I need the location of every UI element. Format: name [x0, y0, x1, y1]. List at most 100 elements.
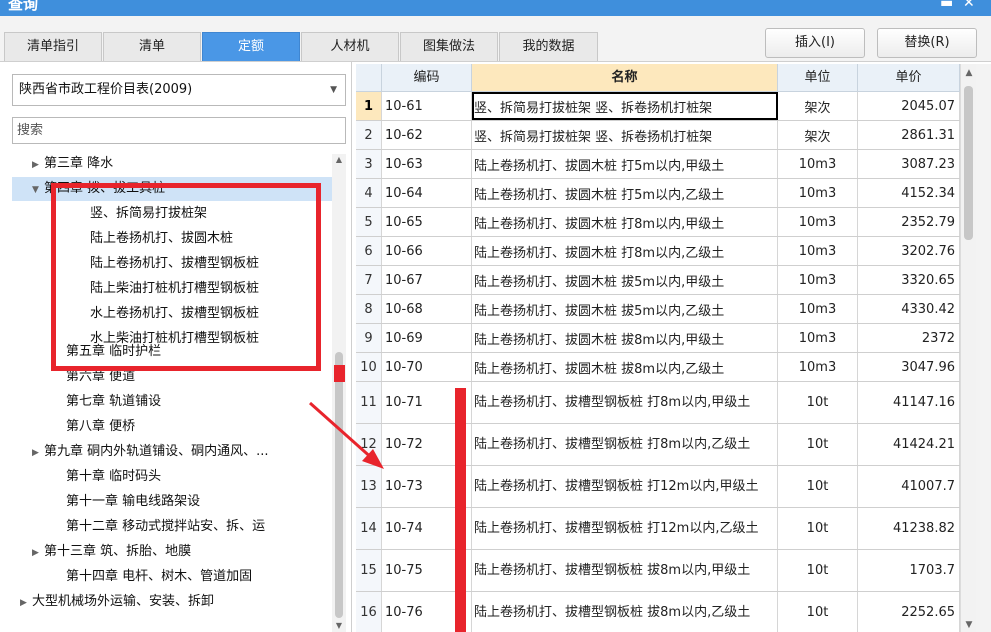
row-index[interactable]: 4	[356, 179, 382, 207]
tree-scrollbar[interactable]: ▲ ▼	[332, 154, 346, 632]
header-price[interactable]: 单价	[858, 64, 960, 92]
row-code[interactable]: 10-64	[382, 179, 472, 207]
row-name[interactable]: 陆上卷扬机打、拔槽型钢板桩 拔8m以内,甲级土	[472, 550, 778, 591]
header-code[interactable]: 编码	[382, 64, 472, 92]
row-price[interactable]: 4330.42	[858, 295, 960, 323]
row-price[interactable]: 41238.82	[858, 508, 960, 549]
row-index[interactable]: 7	[356, 266, 382, 294]
table-row[interactable]: 7 10-67 陆上卷扬机打、拔圆木桩 拔5m以内,甲级土 10m3 3320.65	[356, 266, 960, 295]
row-code[interactable]: 10-72	[382, 424, 472, 465]
table-row[interactable]: 5 10-65 陆上卷扬机打、拔圆木桩 打8m以内,甲级土 10m3 2352.79	[356, 208, 960, 237]
row-index[interactable]: 9	[356, 324, 382, 352]
tab-quota[interactable]: 定额	[202, 32, 300, 61]
tree-item[interactable]: 第十一章 输电线路架设	[12, 490, 332, 514]
table-row[interactable]: 1 10-61 竖、拆简易打拔桩架 竖、拆卷扬机打桩架 架次 2045.07	[356, 92, 960, 121]
tree-item[interactable]: 第十章 临时码头	[12, 465, 332, 489]
table-row[interactable]: 9 10-69 陆上卷扬机打、拔圆木桩 拔8m以内,甲级土 10m3 2372	[356, 324, 960, 353]
row-price[interactable]: 2861.31	[858, 121, 960, 149]
row-index[interactable]: 5	[356, 208, 382, 236]
header-unit[interactable]: 单位	[778, 64, 858, 92]
expand-arrow-icon[interactable]: ▶	[32, 153, 44, 176]
row-index[interactable]: 3	[356, 150, 382, 178]
row-index[interactable]: 15	[356, 550, 382, 591]
row-name[interactable]: 陆上卷扬机打、拔圆木桩 拔8m以内,甲级土	[472, 324, 778, 352]
row-unit[interactable]: 10t	[778, 592, 858, 632]
row-name[interactable]: 陆上卷扬机打、拔圆木桩 打5m以内,甲级土	[472, 150, 778, 178]
row-name[interactable]: 陆上卷扬机打、拔槽型钢板桩 打12m以内,乙级土	[472, 508, 778, 549]
row-name[interactable]: 陆上卷扬机打、拔圆木桩 打8m以内,乙级土	[472, 237, 778, 265]
row-code[interactable]: 10-69	[382, 324, 472, 352]
expand-arrow-icon[interactable]: ▶	[32, 541, 44, 564]
close-button[interactable]: ✕	[963, 0, 975, 11]
table-row[interactable]: 4 10-64 陆上卷扬机打、拔圆木桩 打5m以内,乙级土 10m3 4152.34	[356, 179, 960, 208]
table-row[interactable]: 8 10-68 陆上卷扬机打、拔圆木桩 拔5m以内,乙级土 10m3 4330.42	[356, 295, 960, 324]
tab-labor-material-machine[interactable]: 人材机	[301, 32, 399, 61]
row-price[interactable]: 2352.79	[858, 208, 960, 236]
tab-bill-guide[interactable]: 清单指引	[4, 32, 102, 61]
row-index[interactable]: 2	[356, 121, 382, 149]
scroll-up-icon[interactable]: ▲	[961, 66, 977, 80]
row-code[interactable]: 10-70	[382, 353, 472, 381]
tree-item[interactable]: ▼ 第四章 拨、拔工具桩	[12, 177, 332, 201]
row-price[interactable]: 41147.16	[858, 382, 960, 423]
row-price[interactable]: 1703.7	[858, 550, 960, 591]
row-code[interactable]: 10-76	[382, 592, 472, 632]
row-name[interactable]: 陆上卷扬机打、拔槽型钢板桩 打8m以内,乙级土	[472, 424, 778, 465]
row-index[interactable]: 10	[356, 353, 382, 381]
row-index[interactable]: 14	[356, 508, 382, 549]
row-price[interactable]: 3202.76	[858, 237, 960, 265]
row-code[interactable]: 10-74	[382, 508, 472, 549]
tree-item[interactable]: 竖、拆简易打拔桩架	[12, 202, 332, 226]
row-name[interactable]: 陆上卷扬机打、拔圆木桩 拔5m以内,甲级土	[472, 266, 778, 294]
row-unit[interactable]: 10m3	[778, 179, 858, 207]
row-name[interactable]: 陆上卷扬机打、拔圆木桩 拔8m以内,乙级土	[472, 353, 778, 381]
row-name[interactable]: 陆上卷扬机打、拔槽型钢板桩 打12m以内,甲级土	[472, 466, 778, 507]
tree-item[interactable]: 陆上卷扬机打、拔槽型钢板桩	[12, 252, 332, 276]
scroll-down-icon[interactable]: ▼	[961, 618, 977, 632]
row-price[interactable]: 4152.34	[858, 179, 960, 207]
tree-item[interactable]: ▶ 第十三章 筑、拆胎、地膜	[12, 540, 332, 564]
row-name[interactable]: 竖、拆简易打拔桩架 竖、拆卷扬机打桩架	[472, 121, 778, 149]
expand-arrow-icon[interactable]: ▶	[20, 591, 32, 614]
replace-button[interactable]: 替换(R)	[877, 28, 977, 58]
row-index[interactable]: 13	[356, 466, 382, 507]
tree-item[interactable]: ▶ 第三章 降水	[12, 152, 332, 176]
row-name[interactable]: 陆上卷扬机打、拔槽型钢板桩 拔8m以内,乙级土	[472, 592, 778, 632]
row-unit[interactable]: 10m3	[778, 208, 858, 236]
tab-bill[interactable]: 清单	[103, 32, 201, 61]
scroll-thumb[interactable]	[964, 86, 973, 240]
row-price[interactable]: 2372	[858, 324, 960, 352]
row-name[interactable]: 陆上卷扬机打、拔圆木桩 打5m以内,乙级土	[472, 179, 778, 207]
row-code[interactable]: 10-71	[382, 382, 472, 423]
row-name[interactable]: 陆上卷扬机打、拔圆木桩 拔5m以内,乙级土	[472, 295, 778, 323]
row-unit[interactable]: 10t	[778, 550, 858, 591]
row-price[interactable]: 41007.7	[858, 466, 960, 507]
row-price[interactable]: 2252.65	[858, 592, 960, 632]
table-row[interactable]: 12 10-72 陆上卷扬机打、拔槽型钢板桩 打8m以内,乙级土 10t 41424.2…	[356, 424, 960, 466]
row-code[interactable]: 10-63	[382, 150, 472, 178]
table-scrollbar[interactable]: ▲ ▼	[960, 64, 976, 632]
row-code[interactable]: 10-68	[382, 295, 472, 323]
scroll-down-icon[interactable]: ▼	[332, 620, 346, 632]
row-unit[interactable]: 10t	[778, 424, 858, 465]
insert-button[interactable]: 插入(I)	[765, 28, 865, 58]
row-unit[interactable]: 10m3	[778, 295, 858, 323]
tree-item[interactable]: 第七章 轨道铺设	[12, 390, 332, 414]
table-row[interactable]: 14 10-74 陆上卷扬机打、拔槽型钢板桩 打12m以内,乙级土 10t 41238.…	[356, 508, 960, 550]
row-code[interactable]: 10-67	[382, 266, 472, 294]
tree-item[interactable]: 第六章 便道	[12, 365, 332, 389]
tree-item[interactable]: ▶ 第九章 硐内外轨道铺设、硐内通风、...	[12, 440, 332, 464]
header-name[interactable]: 名称	[472, 64, 778, 92]
tree-item[interactable]: 第十四章 电杆、树木、管道加固	[12, 565, 332, 589]
row-unit[interactable]: 10m3	[778, 353, 858, 381]
row-code[interactable]: 10-66	[382, 237, 472, 265]
row-index[interactable]: 8	[356, 295, 382, 323]
row-index[interactable]: 1	[356, 92, 382, 120]
row-code[interactable]: 10-73	[382, 466, 472, 507]
row-name[interactable]: 陆上卷扬机打、拔圆木桩 打8m以内,甲级土	[472, 208, 778, 236]
tree-item[interactable]: 陆上柴油打桩机打槽型钢板桩	[12, 277, 332, 301]
tree-item[interactable]: 陆上卷扬机打、拔圆木桩	[12, 227, 332, 251]
scroll-thumb[interactable]	[335, 352, 343, 618]
row-unit[interactable]: 10m3	[778, 237, 858, 265]
catalog-select[interactable]: 陕西省市政工程价目表(2009) ▼	[12, 74, 346, 106]
